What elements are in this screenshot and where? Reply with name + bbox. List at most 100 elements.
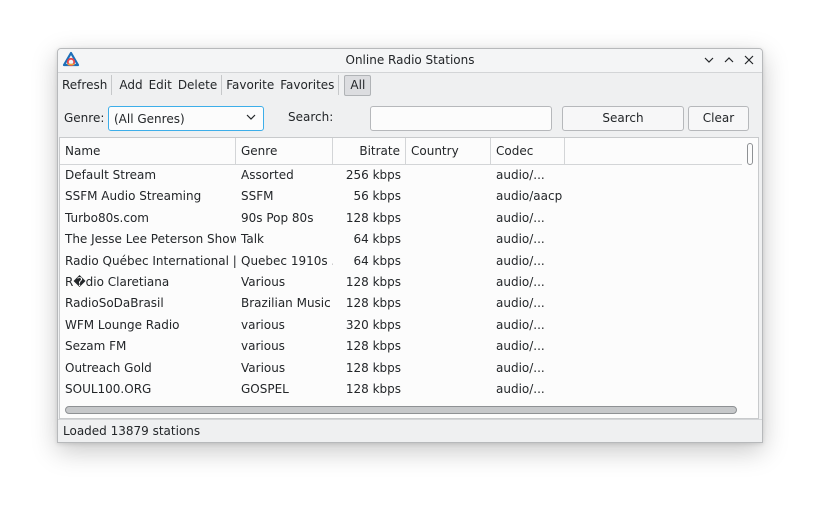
all-button[interactable]: All <box>344 74 372 96</box>
cell-codec: audio/... <box>496 317 545 332</box>
cell-bitrate: 128 kbps <box>345 275 401 289</box>
refresh-button[interactable]: Refresh <box>59 74 110 96</box>
cell-genre: Brazilian Music <box>241 296 331 311</box>
toolbar-separator <box>221 75 223 95</box>
chevron-up-icon <box>724 57 734 63</box>
cell-name: Radio Québec International | ... <box>65 253 236 268</box>
cell-genre: various <box>241 317 285 332</box>
cell-name: SOUL100.ORG <box>65 382 152 396</box>
cell-country <box>406 229 491 250</box>
table-row[interactable]: SOUL100.ORG GOSPEL 128 kbps audio/... <box>60 379 742 400</box>
horizontal-scroll-thumb[interactable] <box>65 406 737 414</box>
title-bar[interactable]: Online Radio Stations <box>58 49 762 73</box>
cell-bitrate: 128 kbps <box>345 296 401 311</box>
status-text: Loaded 13879 stations <box>63 424 201 438</box>
cell-genre: Various <box>241 275 286 289</box>
cell-name: WFM Lounge Radio <box>65 317 180 332</box>
cell-name: Turbo80s.com <box>65 210 149 225</box>
main-window: Online Radio Stations Refresh Add Edit D… <box>57 48 763 443</box>
column-header-name[interactable]: Name <box>60 138 236 164</box>
cell-country <box>406 358 491 379</box>
toolbar-separator <box>338 75 340 95</box>
cell-bitrate: 128 kbps <box>345 382 401 396</box>
search-input[interactable] <box>370 106 552 131</box>
cell-country <box>406 293 491 314</box>
table-row[interactable]: The Jesse Lee Peterson Show Talk 64 kbps au… <box>60 229 742 250</box>
favorite-button[interactable]: Favorite <box>223 74 277 96</box>
table-row[interactable]: SSFM Audio Streaming SSFM 56 kbps audio/aac… <box>60 186 742 207</box>
minimize-button[interactable] <box>700 51 718 69</box>
cell-bitrate: 128 kbps <box>345 210 401 225</box>
cell-bitrate: 128 kbps <box>345 360 401 375</box>
cell-codec: audio/... <box>496 360 545 375</box>
cell-country <box>406 272 491 293</box>
cell-codec: audio/... <box>496 339 545 354</box>
cell-genre: various <box>241 339 285 354</box>
cell-codec: audio/... <box>496 232 545 247</box>
column-header-codec[interactable]: Codec <box>491 138 565 164</box>
cell-country <box>406 336 491 357</box>
cell-name: The Jesse Lee Peterson Show <box>65 232 236 247</box>
cell-codec: audio/... <box>496 210 545 225</box>
chevron-down-icon <box>246 114 256 120</box>
genre-label: Genre: <box>64 111 105 125</box>
column-header-genre[interactable]: Genre <box>236 138 333 164</box>
cell-codec: audio/... <box>496 296 545 311</box>
cell-genre: Assorted <box>241 168 294 182</box>
vertical-scrollbar[interactable] <box>743 141 757 417</box>
cell-bitrate: 320 kbps <box>345 317 401 332</box>
genre-value: (All Genres) <box>114 112 185 126</box>
table-row[interactable]: Radio Québec International | ... Quebec 1… <box>60 251 742 272</box>
table-row[interactable]: RadioSoDaBrasil Brazilian Music 128 kbps au… <box>60 293 742 314</box>
table-row[interactable]: Sezam FM various 128 kbps audio/... <box>60 336 742 357</box>
cell-genre: Quebec 1910s ... <box>241 253 333 268</box>
close-button[interactable] <box>740 51 758 69</box>
cell-country <box>406 379 491 400</box>
clear-button[interactable]: Clear <box>688 106 749 131</box>
stations-table[interactable]: Name Genre Bitrate Country Codec Default… <box>59 137 759 419</box>
table-row[interactable]: R�dio Claretiana Various 128 kbps audio/... <box>60 272 742 293</box>
filter-bar: Genre: (All Genres) Search: Search Clear <box>58 99 762 133</box>
vertical-scroll-thumb[interactable] <box>747 143 753 165</box>
edit-button[interactable]: Edit <box>146 74 175 96</box>
cell-codec: audio/... <box>496 168 545 182</box>
cell-country <box>406 165 491 186</box>
cell-name: SSFM Audio Streaming <box>65 189 202 204</box>
table-row[interactable]: Default Stream Assorted 256 kbps audio/... <box>60 165 742 186</box>
search-button[interactable]: Search <box>562 106 684 131</box>
cell-name: RadioSoDaBrasil <box>65 296 164 311</box>
column-header-bitrate[interactable]: Bitrate <box>333 138 406 164</box>
cell-country <box>406 251 491 272</box>
maximize-button[interactable] <box>720 51 738 69</box>
cell-genre: GOSPEL <box>241 382 289 396</box>
horizontal-scrollbar[interactable] <box>62 404 742 416</box>
cell-codec: audio/... <box>496 275 545 289</box>
cell-bitrate: 64 kbps <box>353 253 401 268</box>
toolbar-separator <box>111 75 113 95</box>
cell-name: Sezam FM <box>65 339 127 354</box>
cell-country <box>406 186 491 207</box>
cell-codec: audio/... <box>496 253 545 268</box>
cell-genre: 90s Pop 80s <box>241 210 314 225</box>
column-header-country[interactable]: Country <box>406 138 491 164</box>
search-label: Search: <box>288 110 334 124</box>
delete-button[interactable]: Delete <box>175 74 220 96</box>
table-row[interactable]: Outreach Gold Various 128 kbps audio/... <box>60 358 742 379</box>
toolbar: Refresh Add Edit Delete Favorite Favorit… <box>58 73 762 97</box>
cell-name: R�dio Claretiana <box>65 275 170 289</box>
table-row[interactable]: WFM Lounge Radio various 320 kbps audio/... <box>60 315 742 336</box>
cell-genre: Talk <box>241 232 264 247</box>
cell-bitrate: 64 kbps <box>353 232 401 247</box>
window-title: Online Radio Stations <box>345 53 475 67</box>
close-icon <box>744 55 754 65</box>
genre-combobox[interactable]: (All Genres) <box>108 106 264 131</box>
cell-country <box>406 315 491 336</box>
cell-bitrate: 256 kbps <box>345 168 401 182</box>
add-button[interactable]: Add <box>116 74 145 96</box>
cell-genre: SSFM <box>241 189 274 204</box>
favorites-button[interactable]: Favorites <box>277 74 337 96</box>
cell-bitrate: 128 kbps <box>345 339 401 354</box>
status-bar: Loaded 13879 stations <box>58 419 762 442</box>
table-row[interactable]: Turbo80s.com 90s Pop 80s 128 kbps audio/... <box>60 208 742 229</box>
chevron-down-icon <box>704 57 714 63</box>
